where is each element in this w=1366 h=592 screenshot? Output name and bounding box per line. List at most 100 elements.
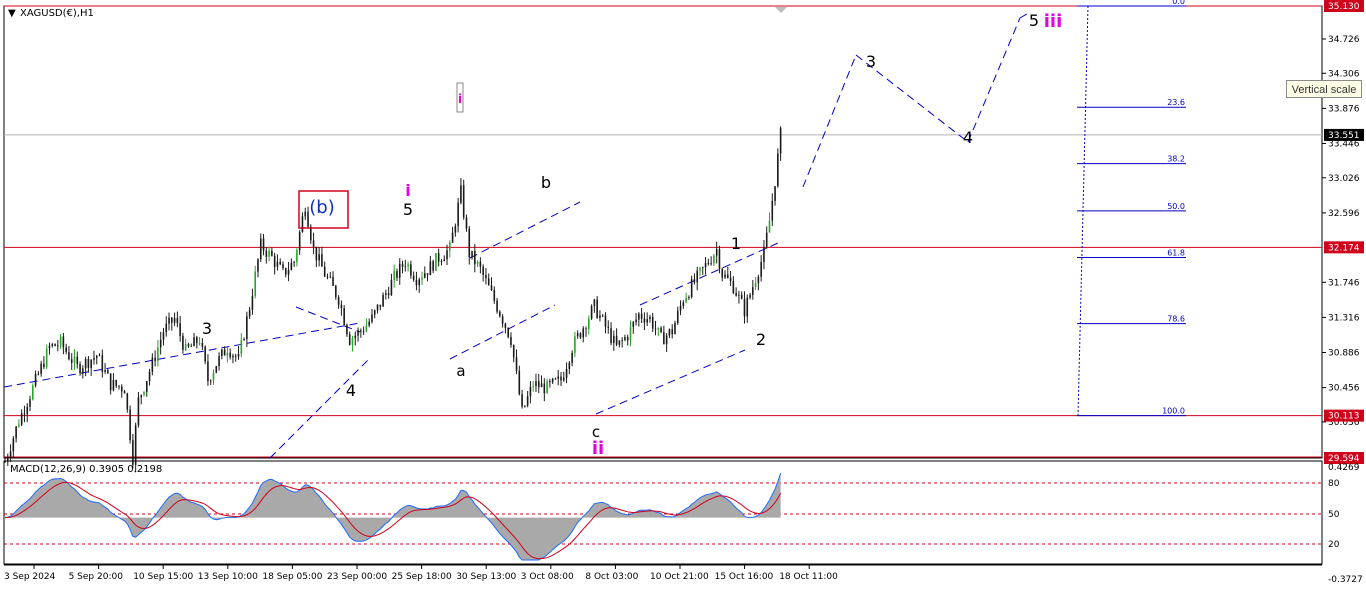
candle-body <box>296 250 298 263</box>
candle-body <box>32 385 34 400</box>
candle-body <box>532 386 534 387</box>
candle-body <box>132 440 134 465</box>
time-tick-label: 3 Sep 2024 <box>4 572 56 582</box>
wave-label: 1 <box>731 234 741 253</box>
candle-body <box>615 335 618 345</box>
candle-body <box>779 128 782 154</box>
candle-body <box>601 315 604 317</box>
candle-body <box>312 240 315 247</box>
candle-body <box>635 319 637 323</box>
candle-body <box>168 317 170 324</box>
fib-level-label: 50.0 <box>1167 202 1185 211</box>
candle-body <box>462 185 465 218</box>
candle-body <box>518 370 521 395</box>
candle-body <box>593 299 596 307</box>
candle-body <box>148 371 151 382</box>
price-box-label: 32.174 <box>1328 243 1360 253</box>
candle-body <box>151 357 154 372</box>
candle-body <box>140 395 143 398</box>
candle-body <box>754 283 757 288</box>
candle-body <box>351 338 354 345</box>
candle-body <box>259 238 262 260</box>
candle-body <box>607 326 610 329</box>
candle-body <box>471 250 473 258</box>
price-box-label: 33.551 <box>1328 131 1360 141</box>
candle-body <box>40 363 42 374</box>
candle-body <box>184 344 187 350</box>
candle-body <box>688 297 690 298</box>
wave-label: 5 <box>403 200 413 219</box>
candle-body <box>371 314 373 322</box>
wave-label: a <box>456 362 465 380</box>
candle-body <box>343 308 345 325</box>
candle-body <box>713 255 715 264</box>
candle-body <box>404 266 407 268</box>
price-tick-label: 34.306 <box>1328 69 1360 79</box>
candle-body <box>273 255 276 267</box>
candle-body <box>98 355 101 357</box>
candle-body <box>540 383 543 388</box>
candle-body <box>6 457 9 462</box>
wave-label: 4 <box>346 381 356 400</box>
candle-body <box>454 226 457 233</box>
candle-body <box>182 335 184 350</box>
candle-body <box>693 279 696 283</box>
candle-body <box>120 386 123 392</box>
candle-body <box>104 370 106 372</box>
candle-body <box>638 313 640 320</box>
candle-body <box>760 261 762 277</box>
candle-body <box>76 356 79 365</box>
candle-body <box>735 292 737 296</box>
candle-body <box>576 333 579 337</box>
chart-canvas[interactable]: 0.023.638.250.061.878.6100.0 345ii(b)abc… <box>0 0 1366 588</box>
candle-body <box>73 356 76 363</box>
wave-label: 2 <box>756 330 766 349</box>
chart-menu-arrow[interactable]: ▼ <box>8 8 16 19</box>
candle-body <box>45 348 48 368</box>
candle-body <box>685 297 687 303</box>
candle-body <box>123 391 126 394</box>
candle-body <box>254 271 256 297</box>
candle-body <box>757 276 760 284</box>
candle-body <box>15 426 17 439</box>
price-tick-label: 33.026 <box>1328 174 1360 184</box>
time-tick-label: 8 Oct 03:00 <box>585 572 638 582</box>
time-tick-label: 13 Sep 10:00 <box>198 572 258 582</box>
candle-body <box>765 232 768 247</box>
candle-body <box>68 352 70 360</box>
candle-body <box>554 378 557 380</box>
price-box-label: 35.130 <box>1328 2 1360 12</box>
candle-body <box>696 270 699 283</box>
candle-body <box>287 269 290 275</box>
candle-body <box>632 322 635 327</box>
candle-body <box>65 347 67 353</box>
candle-body <box>173 317 176 323</box>
candle-body <box>423 273 426 278</box>
candle-body <box>385 293 387 295</box>
fib-level-label: 38.2 <box>1167 155 1185 164</box>
candle-body <box>193 337 195 347</box>
candle-body <box>382 294 384 307</box>
macd-tick-label: 80 <box>1328 479 1340 489</box>
candle-body <box>34 374 37 386</box>
candle-body <box>599 315 601 318</box>
candle-body <box>715 249 718 256</box>
candle-body <box>159 339 162 348</box>
candle-body <box>196 337 198 344</box>
candle-body <box>240 339 243 354</box>
candle-body <box>724 274 726 278</box>
candle-body <box>204 346 206 362</box>
candle-body <box>265 250 268 257</box>
candle-body <box>574 336 576 353</box>
candle-body <box>613 335 615 343</box>
candle-body <box>143 391 145 396</box>
candle-body <box>585 328 587 330</box>
candle-body <box>524 405 526 407</box>
candle-body <box>179 323 181 336</box>
candle-body <box>282 264 284 269</box>
candle-body <box>663 332 665 345</box>
candle-body <box>624 337 626 340</box>
candle-body <box>107 370 109 374</box>
candle-body <box>276 261 279 267</box>
candle-body <box>48 345 51 349</box>
